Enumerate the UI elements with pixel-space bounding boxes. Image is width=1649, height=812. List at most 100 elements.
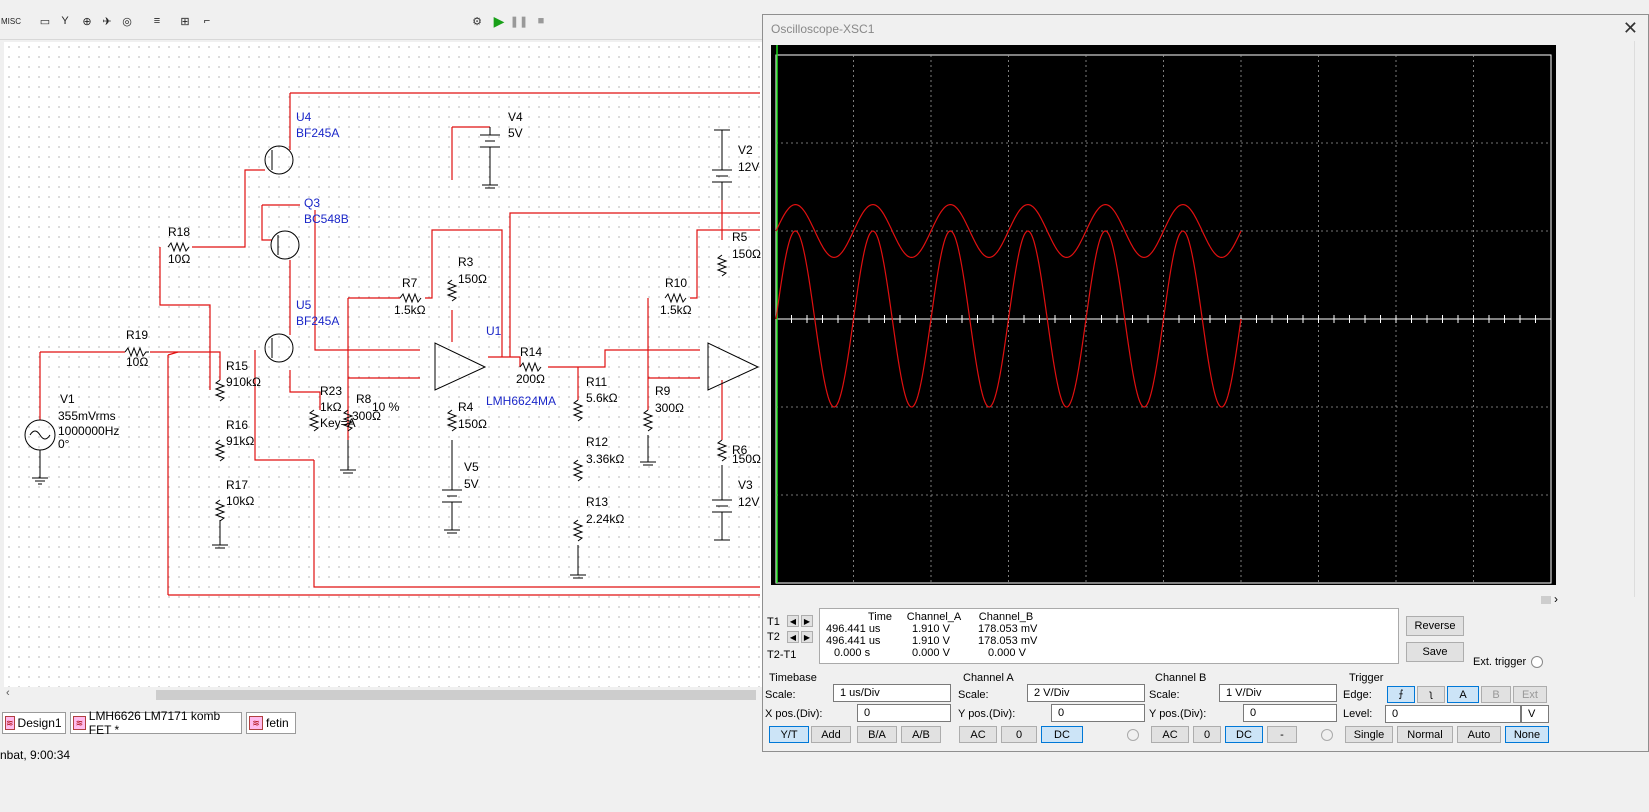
label-v1-ref: V1 xyxy=(60,392,75,406)
mode-add-button[interactable]: Add xyxy=(811,726,851,743)
label-r14-ref: R14 xyxy=(520,345,542,359)
t2-left-arrow-icon[interactable]: ◀ xyxy=(787,631,799,643)
scroll-thumb[interactable] xyxy=(1541,596,1551,604)
save-button[interactable]: Save xyxy=(1406,642,1464,662)
label-v3-val: 12V xyxy=(738,495,759,509)
scroll-left-icon[interactable]: ‹ xyxy=(6,687,10,699)
channel-b-scale-input[interactable]: 1 V/Div xyxy=(1219,684,1337,702)
channel-a-terminal[interactable] xyxy=(1127,729,1139,741)
status-text: nbat, 9:00:34 xyxy=(0,748,71,762)
channel-a-ypos-input[interactable]: 0 xyxy=(1051,704,1145,722)
label-r13-val: 2.24kΩ xyxy=(586,512,624,526)
channel-a-dc-button[interactable]: DC xyxy=(1041,726,1083,743)
label-r5-ref: R5 xyxy=(732,230,748,244)
bus-icon[interactable]: ≡ xyxy=(148,12,166,30)
scope-horizontal-scrollbar[interactable]: › xyxy=(771,592,1558,607)
channel-a-ac-button[interactable]: AC xyxy=(959,726,997,743)
label-v2-ref: V2 xyxy=(738,143,753,157)
label-u1-val: LMH6624MA xyxy=(486,394,556,408)
channel-b-ac-button[interactable]: AC xyxy=(1151,726,1189,743)
label-r5-val: 150Ω xyxy=(732,247,761,261)
readout-diff-b: 0.000 V xyxy=(988,647,1026,659)
readout-t1-a: 1.910 V xyxy=(912,623,950,635)
toolbar: MISC ▭ Y ⊕ ✈ ◎ ≡ ⊞ ⌐ ⚙ ▶ ❚❚ ■ xyxy=(0,0,770,40)
cursor-t2-label: T2 xyxy=(767,631,780,643)
misc-icon[interactable]: MISC xyxy=(1,12,21,30)
edge-falling-icon[interactable]: ʅ xyxy=(1417,686,1445,703)
part-icon[interactable]: ⊕ xyxy=(78,12,96,30)
t1-left-arrow-icon[interactable]: ◀ xyxy=(787,615,799,627)
channel-b-minus-button[interactable]: - xyxy=(1267,726,1297,743)
trigger-none-button[interactable]: None xyxy=(1505,726,1549,743)
ext-trigger-terminal[interactable] xyxy=(1531,656,1543,668)
label-u5-ref: U5 xyxy=(296,298,312,312)
trigger-auto-button[interactable]: Auto xyxy=(1457,726,1501,743)
label-r14-val: 200Ω xyxy=(516,372,545,386)
canvas-horizontal-scrollbar[interactable]: ‹ xyxy=(4,687,764,703)
fan-icon[interactable]: ✈ xyxy=(98,12,116,30)
channel-a-zero-button[interactable]: 0 xyxy=(1001,726,1037,743)
timebase-scale-input[interactable]: 1 us/Div xyxy=(833,684,951,702)
label-r9-ref: R9 xyxy=(655,384,671,398)
channel-b-ypos-label: Y pos.(Div): xyxy=(1149,708,1207,720)
t1-right-arrow-icon[interactable]: ▶ xyxy=(801,615,813,627)
label-r6-val: 150Ω xyxy=(732,452,761,466)
trigger-level-input[interactable]: 0 xyxy=(1385,705,1521,723)
monitor-icon[interactable]: ▭ xyxy=(36,12,54,30)
readout-t2-time: 496.441 us xyxy=(826,635,881,647)
channel-b-dc-button[interactable]: DC xyxy=(1225,726,1263,743)
label-r13-ref: R13 xyxy=(586,495,608,509)
channel-b-ypos-input[interactable]: 0 xyxy=(1243,704,1337,722)
scope-screen[interactable] xyxy=(771,45,1556,585)
antenna-icon[interactable]: Y xyxy=(56,12,74,30)
trigger-level-unit[interactable]: V xyxy=(1521,705,1549,723)
mode-ab-button[interactable]: A/B xyxy=(901,726,941,743)
scroll-right-icon[interactable]: › xyxy=(1554,592,1558,606)
channel-b-terminal[interactable] xyxy=(1321,729,1333,741)
probe-icon[interactable]: ◎ xyxy=(118,12,136,30)
trigger-level-label: Level: xyxy=(1343,708,1373,720)
scroll-thumb[interactable] xyxy=(156,690,756,700)
mode-yt-button[interactable]: Y/T xyxy=(769,726,809,743)
label-r12-val: 3.36kΩ xyxy=(586,452,624,466)
oscilloscope-window: Oscilloscope-XSC1 ✕ › T1 T2 T2-T1 ◀ ▶ ◀ … xyxy=(762,14,1649,752)
schematic-canvas[interactable]: U4 BF245A Q3 BC548B U5 BF245A R18 10Ω R1… xyxy=(4,42,764,687)
cursor-diff-label: T2-T1 xyxy=(767,649,797,661)
label-r23-ref: R23 xyxy=(320,384,342,398)
label-q3-ref: Q3 xyxy=(304,196,320,210)
trigger-normal-button[interactable]: Normal xyxy=(1397,726,1453,743)
scope-vertical-scrollbar[interactable] xyxy=(1634,41,1648,597)
run-icon[interactable]: ▶ xyxy=(490,12,508,30)
timebase-xpos-input[interactable]: 0 xyxy=(857,704,951,722)
trigger-source-a-button[interactable]: A xyxy=(1447,686,1479,703)
trigger-source-ext-button[interactable]: Ext xyxy=(1513,686,1547,703)
label-r15-val: 910kΩ xyxy=(226,375,261,389)
label-r19-ref: R19 xyxy=(126,328,148,342)
trigger-single-button[interactable]: Single xyxy=(1345,726,1393,743)
schematic-icon: ≋ xyxy=(5,716,15,730)
label-r7-ref: R7 xyxy=(402,276,418,290)
label-r17-ref: R17 xyxy=(226,478,248,492)
tab-fetin[interactable]: ≋ fetin xyxy=(246,712,296,734)
label-r8-val: 300Ω xyxy=(352,409,381,423)
trigger-edge-label: Edge: xyxy=(1343,689,1372,701)
t2-right-arrow-icon[interactable]: ▶ xyxy=(801,631,813,643)
edge-rising-icon[interactable]: ⨍ xyxy=(1387,686,1415,703)
trigger-source-b-button[interactable]: B xyxy=(1481,686,1511,703)
channel-b-zero-button[interactable]: 0 xyxy=(1193,726,1221,743)
channel-a-ypos-label: Y pos.(Div): xyxy=(958,708,1016,720)
channel-a-scale-input[interactable]: 2 V/Div xyxy=(1027,684,1145,702)
label-r11-val: 5.6kΩ xyxy=(586,391,618,405)
tab-lmh6626[interactable]: ≋ LMH6626 LM7171 komb FET * xyxy=(70,709,242,737)
pause-icon[interactable]: ❚❚ xyxy=(510,12,528,30)
label-r9-val: 300Ω xyxy=(655,401,684,415)
netlist-icon[interactable]: ⊞ xyxy=(176,12,194,30)
settings-icon[interactable]: ⚙ xyxy=(468,12,486,30)
reverse-button[interactable]: Reverse xyxy=(1406,616,1464,636)
cursor-t1-label: T1 xyxy=(767,616,780,628)
tab-design1[interactable]: ≋ Design1 xyxy=(2,712,66,734)
close-icon[interactable]: ✕ xyxy=(1623,18,1638,39)
mode-ba-button[interactable]: B/A xyxy=(857,726,897,743)
step-icon[interactable]: ⌐ xyxy=(198,12,216,30)
stop-icon[interactable]: ■ xyxy=(532,12,550,30)
